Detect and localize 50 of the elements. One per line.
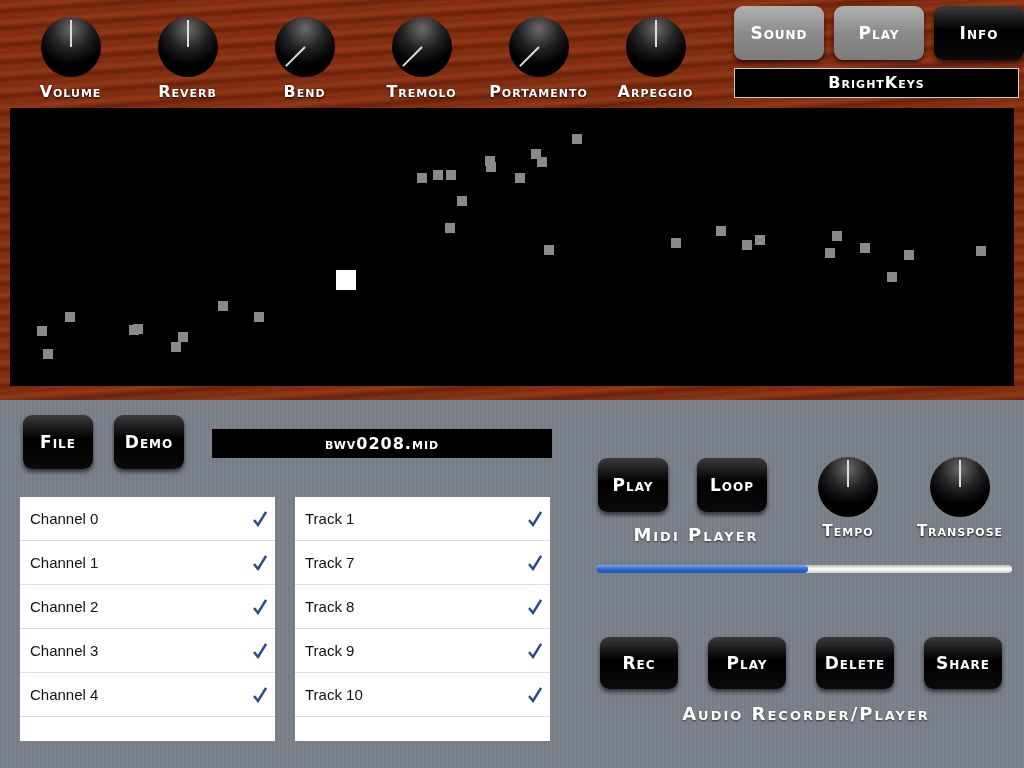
item-label: Track 9 bbox=[305, 642, 355, 659]
recorder-button[interactable]: Rec bbox=[600, 637, 678, 689]
item-label: Track 10 bbox=[305, 686, 363, 703]
knob-label: Portamento bbox=[489, 82, 588, 101]
list-item[interactable]: Track 7 bbox=[295, 541, 550, 585]
knob[interactable] bbox=[390, 16, 453, 78]
section-title: Audio Recorder/Player bbox=[681, 703, 931, 724]
mode-button[interactable]: Info bbox=[934, 6, 1024, 60]
item-label: Channel 0 bbox=[30, 510, 99, 527]
knob[interactable] bbox=[929, 456, 991, 518]
knob-label: Tempo bbox=[822, 522, 874, 540]
file-button[interactable]: File bbox=[23, 415, 93, 469]
list-item[interactable]: Track 8 bbox=[295, 585, 550, 629]
player-button[interactable]: Play bbox=[598, 458, 668, 512]
list-item[interactable]: Channel 1 bbox=[20, 541, 275, 585]
item-label: Channel 3 bbox=[30, 642, 99, 659]
recorder-button[interactable]: Delete bbox=[816, 637, 894, 689]
knob-label: Transpose bbox=[916, 522, 1004, 540]
progress-track[interactable] bbox=[596, 565, 1012, 573]
list-item[interactable]: Track 1 bbox=[295, 497, 550, 541]
recorder-button[interactable]: Play bbox=[708, 637, 786, 689]
section-title: Midi Player bbox=[632, 524, 760, 545]
item-label: Channel 1 bbox=[30, 554, 99, 571]
item-label: Channel 2 bbox=[30, 598, 99, 615]
list-item[interactable]: Channel 0 bbox=[20, 497, 275, 541]
item-label: Track 7 bbox=[305, 554, 355, 571]
recorder-button[interactable]: Share bbox=[924, 637, 1002, 689]
knob-label: Tremolo bbox=[386, 82, 457, 101]
item-label: Track 8 bbox=[305, 598, 355, 615]
knob-label: Volume bbox=[39, 82, 102, 101]
list-item[interactable]: Track 9 bbox=[295, 629, 550, 673]
knob[interactable] bbox=[624, 16, 687, 78]
player-button[interactable]: Loop bbox=[697, 458, 767, 512]
list-item[interactable]: Track 10 bbox=[295, 673, 550, 717]
list-item[interactable]: Channel 3 bbox=[20, 629, 275, 673]
knob[interactable] bbox=[39, 16, 102, 78]
knob[interactable] bbox=[507, 16, 570, 78]
knob-label: Reverb bbox=[158, 82, 217, 101]
item-label: Channel 4 bbox=[30, 686, 99, 703]
knob-label: Arpeggio bbox=[617, 82, 694, 101]
file-button[interactable]: Demo bbox=[114, 415, 184, 469]
list-item[interactable]: Channel 4 bbox=[20, 673, 275, 717]
knob[interactable] bbox=[273, 16, 336, 78]
item-label: Track 1 bbox=[305, 510, 355, 527]
knob[interactable] bbox=[156, 16, 219, 78]
file-name-display: bwv0208.mid bbox=[212, 428, 552, 458]
knob-label: Bend bbox=[283, 82, 326, 101]
sound-name-display: BrightKeys bbox=[734, 68, 1019, 98]
list-item[interactable]: Channel 2 bbox=[20, 585, 275, 629]
knob[interactable] bbox=[817, 456, 879, 518]
